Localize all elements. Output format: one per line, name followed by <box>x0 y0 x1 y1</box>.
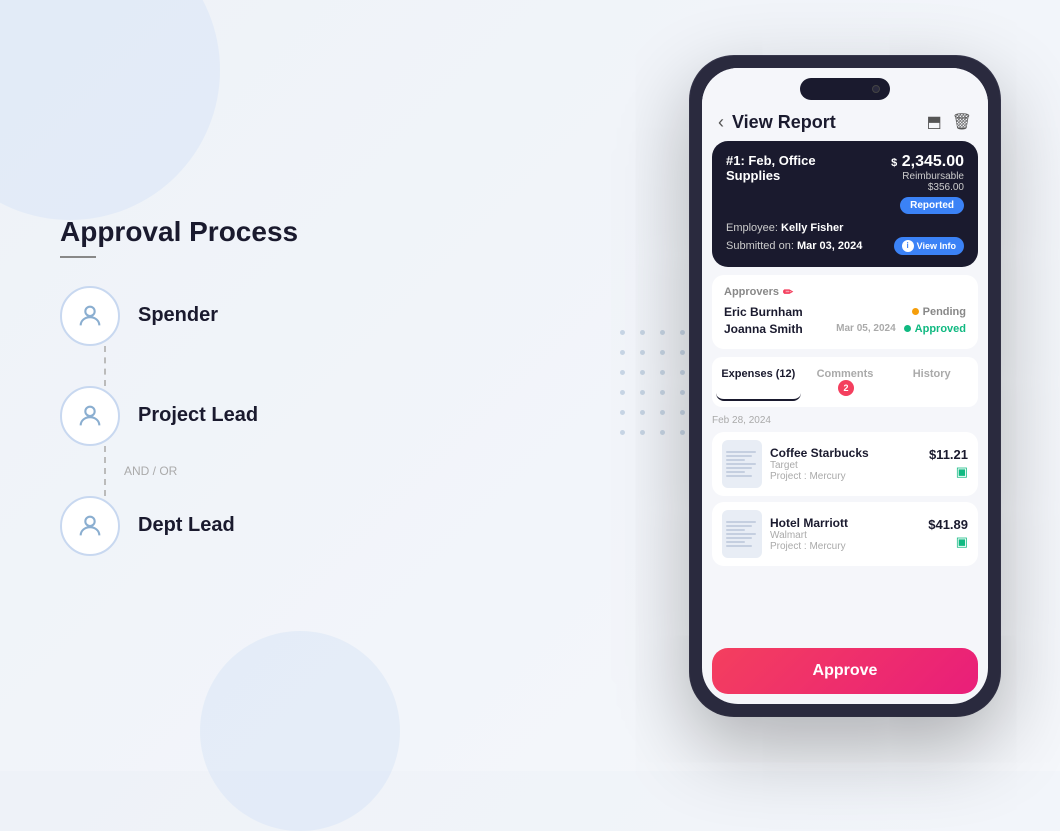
camera-dot <box>872 85 880 93</box>
expense-right-1: $41.89 ▣ <box>928 517 968 550</box>
expense-info-1: Hotel Marriott Walmart Project : Mercury <box>770 516 920 552</box>
step-dept-lead: Dept Lead <box>60 496 298 556</box>
tab-history[interactable]: History <box>889 363 974 401</box>
status-dot-0 <box>912 308 919 315</box>
report-title: #1: Feb, Office Supplies <box>726 153 867 183</box>
report-card: #1: Feb, Office Supplies $ 2,345.00 Reim… <box>712 141 978 267</box>
expense-list: Feb 28, 2024 <box>702 413 988 642</box>
project-lead-label: Project Lead <box>138 404 258 427</box>
approvers-title: Approvers ✏ <box>724 285 966 299</box>
notch-bar <box>702 68 988 104</box>
expense-amount-1: $41.89 <box>928 517 968 532</box>
approver-date-1: Mar 05, 2024 <box>836 323 896 334</box>
report-meta: Employee: Kelly Fisher Submitted on: Mar… <box>726 222 964 255</box>
approver-name-1: Joanna Smith <box>724 322 803 336</box>
approver-row-0: Eric Burnham Pending <box>724 305 966 319</box>
approvers-section: Approvers ✏ Eric Burnham Pending Joanna … <box>712 275 978 349</box>
currency-symbol: $ <box>891 157 897 169</box>
share-icon[interactable]: ⬒ <box>927 112 942 132</box>
dept-lead-label: Dept Lead <box>138 514 235 537</box>
receipt-thumb-0 <box>722 440 762 488</box>
tab-expenses[interactable]: Expenses (12) <box>716 363 801 401</box>
approver-name-0: Eric Burnham <box>724 305 803 319</box>
expense-date: Feb 28, 2024 <box>712 415 978 426</box>
approver-status-1: Mar 05, 2024 Approved <box>836 323 966 335</box>
approval-title: Approval Process <box>60 216 298 248</box>
notch <box>800 78 890 100</box>
deco-circle-1 <box>0 0 220 220</box>
app-header: ‹ View Report ⬒ 🗑 <box>702 104 988 141</box>
back-button[interactable]: ‹ <box>718 112 724 133</box>
employee-name: Kelly Fisher <box>781 222 843 234</box>
expense-project-1: Project : Mercury <box>770 541 920 552</box>
approver-status-0: Pending <box>912 306 966 318</box>
expense-amount-0: $11.21 <box>929 447 968 462</box>
receipt-icon-0: ▣ <box>956 464 968 480</box>
expense-sub-0: Target <box>770 460 921 471</box>
left-panel: Approval Process Spender <box>60 216 298 556</box>
divider <box>60 256 96 258</box>
expense-info-0: Coffee Starbucks Target Project : Mercur… <box>770 446 921 482</box>
approve-button[interactable]: Approve <box>712 648 978 694</box>
step-project-lead: Project Lead <box>60 386 298 446</box>
expense-name-1: Hotel Marriott <box>770 516 920 530</box>
submitted-date: Mar 03, 2024 <box>797 240 862 252</box>
receipt-thumb-1 <box>722 510 762 558</box>
header-icons: ⬒ 🗑 <box>927 112 972 132</box>
receipt-icon-1: ▣ <box>956 534 968 550</box>
comments-badge: 2 <box>838 380 854 396</box>
tabs-bar: Expenses (12) Comments 2 History <box>712 357 978 407</box>
reported-badge: Reported <box>900 197 964 214</box>
tab-comments[interactable]: Comments 2 <box>803 363 888 401</box>
spender-label: Spender <box>138 304 218 327</box>
phone-frame: ‹ View Report ⬒ 🗑 #1: Feb, Office Suppli… <box>690 56 1000 716</box>
expense-item-0[interactable]: Coffee Starbucks Target Project : Mercur… <box>712 432 978 496</box>
reimbursable: Reimbursable $356.00 <box>867 171 964 193</box>
expense-name-0: Coffee Starbucks <box>770 446 921 460</box>
dept-lead-icon <box>60 496 120 556</box>
expense-right-0: $11.21 ▣ <box>929 447 968 480</box>
app-title: View Report <box>732 112 927 133</box>
expense-project-0: Project : Mercury <box>770 471 921 482</box>
view-info-button[interactable]: i View Info <box>894 237 964 255</box>
spender-icon <box>60 286 120 346</box>
edit-icon[interactable]: ✏ <box>783 285 793 299</box>
status-dot-1 <box>904 325 911 332</box>
approval-steps: Spender Project Lead <box>60 286 298 556</box>
amount-value: 2,345.00 <box>902 153 964 170</box>
scene: Approval Process Spender <box>0 0 1060 771</box>
step-spender: Spender <box>60 286 298 346</box>
delete-icon[interactable]: 🗑 <box>952 112 972 132</box>
deco-circle-2 <box>200 631 400 831</box>
expense-sub-1: Walmart <box>770 530 920 541</box>
approver-row-1: Joanna Smith Mar 05, 2024 Approved <box>724 322 966 336</box>
dot-grid <box>620 330 692 442</box>
report-amount: $ 2,345.00 <box>867 153 964 171</box>
project-lead-icon <box>60 386 120 446</box>
expense-item-1[interactable]: Hotel Marriott Walmart Project : Mercury… <box>712 502 978 566</box>
phone-screen: ‹ View Report ⬒ 🗑 #1: Feb, Office Suppli… <box>702 68 988 704</box>
and-or-label: AND / OR <box>120 464 177 478</box>
